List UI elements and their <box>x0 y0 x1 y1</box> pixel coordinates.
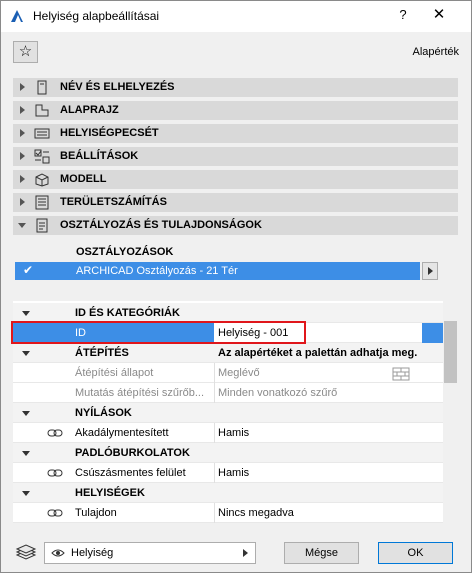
property-value: Minden vonatkozó szűrő <box>218 387 338 399</box>
close-button[interactable]: ✕ <box>429 5 449 25</box>
dialog-window: Helyiség alapbeállításai ? ✕ ☆ Alapérték… <box>0 0 472 573</box>
panel-label: TERÜLETSZÁMÍTÁS <box>60 196 167 208</box>
panel-label: BEÁLLÍTÁSOK <box>60 150 139 162</box>
link-icon <box>47 429 63 437</box>
panel-label: HELYISÉGPECSÉT <box>60 127 159 139</box>
property-value: Meglévő <box>218 367 260 379</box>
archicad-app-icon <box>11 10 23 22</box>
classification-value: ARCHICAD Osztályozás - 21 Tér <box>76 265 238 277</box>
floor-plan-icon <box>35 104 49 117</box>
property-name: Tulajdon <box>75 507 117 519</box>
collapse-arrow-icon <box>20 129 25 137</box>
expand-arrow-icon <box>22 311 30 316</box>
property-row[interactable]: Csúszásmentes felület Hamis <box>13 463 443 483</box>
property-row[interactable]: Mutatás átépítési szűrőb... Minden vonat… <box>13 383 443 403</box>
eye-icon <box>51 549 65 557</box>
column-divider <box>214 423 215 443</box>
property-name: Akadálymentesített <box>75 427 169 439</box>
property-row[interactable]: Akadálymentesített Hamis <box>13 423 443 443</box>
property-value[interactable]: Nincs megadva <box>218 507 294 519</box>
group-row[interactable]: NYÍLÁSOK <box>13 403 443 423</box>
star-icon: ☆ <box>18 43 33 60</box>
panel-label: OSZTÁLYOZÁS ÉS TULAJDONSÁGOK <box>60 219 262 231</box>
classification-row[interactable]: ✔ ARCHICAD Osztályozás - 21 Tér <box>15 262 420 280</box>
collapse-arrow-icon <box>20 106 25 114</box>
column-divider <box>214 383 215 403</box>
classification-icon <box>36 218 48 233</box>
property-name: Átépítési állapot <box>75 367 154 379</box>
link-icon <box>47 509 63 517</box>
chevron-right-icon <box>428 267 433 275</box>
group-name: PADLÓBURKOLATOK <box>75 447 190 459</box>
area-calculation-icon <box>35 195 49 210</box>
name-position-icon <box>37 80 47 95</box>
id-highlight-frame <box>11 321 306 344</box>
panel-area-calculation[interactable]: TERÜLETSZÁMÍTÁS <box>13 193 458 212</box>
collapse-arrow-icon <box>20 152 25 160</box>
collapse-arrow-icon <box>20 175 25 183</box>
panel-model[interactable]: MODELL <box>13 170 458 189</box>
favorites-button[interactable]: ☆ <box>13 41 38 63</box>
expand-arrow-icon <box>22 411 30 416</box>
panel-zone-stamp[interactable]: HELYISÉGPECSÉT <box>13 124 458 143</box>
column-divider <box>214 363 215 383</box>
property-name: Mutatás átépítési szűrőb... <box>75 387 205 399</box>
expand-arrow-icon <box>22 351 30 356</box>
ok-button[interactable]: OK <box>378 542 453 564</box>
help-button[interactable]: ? <box>393 7 413 25</box>
panel-floor-plan[interactable]: ALAPRAJZ <box>13 101 458 120</box>
panel-label: ALAPRAJZ <box>60 104 119 116</box>
panel-classification-properties[interactable]: OSZTÁLYOZÁS ÉS TULAJDONSÁGOK <box>13 216 458 235</box>
settings-icon <box>34 149 50 164</box>
expand-arrow-icon <box>18 223 26 228</box>
chevron-right-icon <box>243 549 248 557</box>
classifications-header: OSZTÁLYOZÁSOK <box>76 246 174 258</box>
expand-arrow-icon <box>22 451 30 456</box>
collapse-arrow-icon <box>20 198 25 206</box>
checkmark-icon[interactable]: ✔ <box>23 264 35 277</box>
zone-stamp-icon <box>34 128 50 139</box>
column-divider <box>214 463 215 483</box>
panel-name-position[interactable]: NÉV ÉS ELHELYEZÉS <box>13 78 458 97</box>
property-value[interactable]: Hamis <box>218 427 249 439</box>
group-row[interactable]: ID ÉS KATEGÓRIÁK <box>13 303 443 323</box>
link-icon <box>47 469 63 477</box>
classification-picker-button[interactable] <box>422 262 438 280</box>
expand-arrow-icon <box>22 491 30 496</box>
property-name: Csúszásmentes felület <box>75 467 186 479</box>
layer-select[interactable]: Helyiség <box>44 542 256 564</box>
window-title: Helyiség alapbeállításai <box>33 9 160 23</box>
group-name: NYÍLÁSOK <box>75 407 132 419</box>
scrollbar-thumb[interactable] <box>444 321 457 383</box>
group-name: HELYISÉGEK <box>75 487 145 499</box>
title-bar: Helyiség alapbeállításai ? ✕ <box>1 1 471 32</box>
property-row[interactable]: Átépítési állapot Meglévő <box>13 363 443 383</box>
group-row[interactable]: HELYISÉGEK <box>13 483 443 503</box>
group-value: Az alapértéket a palettán adhatja meg. <box>218 347 418 359</box>
panel-settings[interactable]: BEÁLLÍTÁSOK <box>13 147 458 166</box>
group-name: ÁTÉPÍTÉS <box>75 347 129 359</box>
renovation-filter-icon <box>392 367 410 381</box>
dialog-footer: Helyiség Mégse OK <box>1 532 471 572</box>
group-row[interactable]: ÁTÉPÍTÉS Az alapértéket a palettán adhat… <box>13 343 443 363</box>
collapse-arrow-icon <box>20 83 25 91</box>
properties-scrollbar[interactable] <box>443 301 458 523</box>
layer-value: Helyiség <box>71 547 114 559</box>
group-name: ID ÉS KATEGÓRIÁK <box>75 307 180 319</box>
layers-icon <box>15 544 37 560</box>
group-row[interactable]: PADLÓBURKOLATOK <box>13 443 443 463</box>
cancel-button[interactable]: Mégse <box>284 542 359 564</box>
model-icon <box>35 173 49 187</box>
property-value[interactable]: Hamis <box>218 467 249 479</box>
panel-label: MODELL <box>60 173 107 185</box>
preset-label: Alapérték <box>412 46 459 58</box>
property-row[interactable]: Tulajdon Nincs megadva <box>13 503 443 523</box>
panel-label: NÉV ÉS ELHELYEZÉS <box>60 81 175 93</box>
column-divider <box>214 503 215 523</box>
selection-highlight <box>422 323 443 343</box>
